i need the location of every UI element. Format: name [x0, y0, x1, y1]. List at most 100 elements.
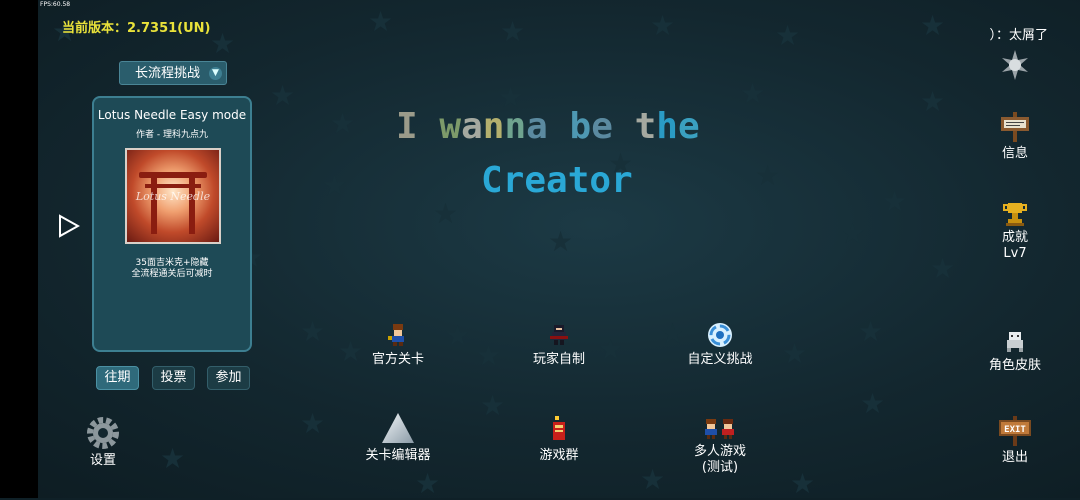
background-star: ★ — [882, 185, 908, 218]
level-description-line: 全流程通关后可减时 — [131, 269, 213, 279]
settings-button[interactable]: 设置 — [63, 416, 143, 469]
official-levels-label: 官方关卡 — [371, 352, 424, 367]
background-star: ★ — [930, 252, 956, 285]
game-group-label: 游戏群 — [539, 448, 579, 463]
title-glyph: e — [677, 106, 700, 147]
tab-vote[interactable]: 投票 — [152, 366, 195, 390]
multiplayer-sub-label: (测试) — [701, 460, 739, 475]
kid-character-icon — [388, 324, 404, 346]
level-description: 35面吉米克+隐藏 全流程通关后可减时 — [94, 258, 250, 280]
custom-challenge-button[interactable]: 自定义挑战 — [680, 322, 760, 368]
game-title-line2: Creator — [481, 160, 633, 201]
torii-gate-shape — [189, 172, 195, 234]
background-star: ★ — [433, 197, 459, 230]
background-star: ★ — [330, 107, 356, 140]
background-star: ★ — [782, 337, 808, 370]
level-card[interactable]: Lotus Needle Easy mode 作者 - 理科九点九 Lotus … — [92, 96, 252, 352]
mode-dropdown[interactable]: 长流程挑战 ▼ — [119, 61, 227, 85]
background-star: ★ — [740, 77, 766, 110]
torii-gate-shape — [151, 172, 157, 234]
spike-triangle-icon — [382, 413, 414, 443]
spiky-ball-button[interactable] — [975, 50, 1055, 80]
title-glyph: a — [526, 106, 548, 147]
settings-label: 设置 — [89, 453, 116, 468]
title-glyph — [548, 106, 570, 147]
background-star: ★ — [920, 9, 946, 42]
level-editor-label: 关卡编辑器 — [365, 448, 431, 463]
background-star: ★ — [300, 407, 326, 440]
level-description-line: 35面吉米克+隐藏 — [135, 258, 209, 268]
background-star: ★ — [858, 315, 884, 348]
background-star: ★ — [840, 217, 866, 250]
gear-icon — [87, 417, 119, 449]
background-star: ★ — [368, 5, 394, 38]
tab-past[interactable]: 往期 — [96, 366, 139, 390]
level-thumbnail[interactable]: Lotus Needle — [125, 148, 221, 244]
exit-label: 退出 — [1001, 450, 1028, 465]
background-star: ★ — [755, 159, 781, 192]
exit-sign-text: EXIT — [1004, 425, 1026, 435]
background-star: ★ — [480, 389, 506, 422]
title-glyph: w — [439, 106, 462, 147]
official-levels-button[interactable]: 官方关卡 — [358, 322, 438, 368]
player-made-button[interactable]: 玩家自制 — [519, 322, 599, 368]
background-star: ★ — [415, 467, 441, 500]
multiplayer-label: 多人游戏 — [693, 444, 746, 459]
background-star: ★ — [640, 463, 666, 496]
swirl-portal-icon — [708, 323, 732, 347]
mode-dropdown-label: 长流程挑战 — [135, 66, 201, 81]
multiplayer-button[interactable]: 多人游戏 (测试) — [680, 418, 760, 476]
spiky-ball-icon — [1002, 50, 1028, 80]
title-glyph: n — [482, 106, 505, 147]
chevron-down-icon: ▼ — [209, 67, 222, 80]
tab-join[interactable]: 参加 — [207, 366, 250, 390]
trophy-icon — [1003, 203, 1027, 226]
background-star: ★ — [500, 15, 526, 48]
fps-counter: FPS:60.58 — [40, 1, 71, 8]
background-star: ★ — [160, 442, 186, 475]
background-star: ★ — [300, 315, 326, 348]
player-level-label: Lv7 — [1003, 246, 1027, 261]
background-star: ★ — [598, 333, 624, 366]
title-glyph: e — [591, 106, 613, 147]
background-star: ★ — [445, 319, 471, 352]
top-right-message: ）：太屑了 — [989, 28, 1048, 43]
background-star: ★ — [548, 225, 574, 258]
thumbnail-text: Lotus Needle — [135, 190, 211, 203]
title-glyph — [613, 106, 635, 147]
level-title: Lotus Needle Easy mode — [97, 108, 247, 122]
custom-challenge-label: 自定义挑战 — [687, 352, 753, 367]
ninja-character-icon — [550, 325, 568, 345]
game-group-button[interactable]: 游戏群 — [519, 416, 599, 464]
title-glyph: t — [634, 106, 657, 147]
title-glyph — [418, 106, 440, 147]
play-arrow-icon[interactable] — [58, 214, 80, 238]
info-button[interactable]: 信息 — [975, 112, 1055, 162]
background-star: ★ — [476, 339, 502, 372]
background-star: ★ — [790, 467, 816, 500]
achievements-label: 成就 — [1001, 230, 1028, 245]
two-kids-icon — [705, 419, 734, 439]
signpost-icon — [1001, 112, 1029, 142]
exit-sign-icon: EXIT — [999, 416, 1031, 446]
background-star: ★ — [860, 387, 886, 420]
game-title-line1: I wanna be the — [396, 106, 700, 147]
background-star: ★ — [920, 85, 946, 118]
ghost-character-icon — [1007, 332, 1023, 352]
torii-gate-shape — [139, 172, 207, 178]
achievements-button[interactable]: 成就 Lv7 — [975, 202, 1055, 262]
title-glyph: n — [504, 106, 527, 147]
title-glyph: h — [656, 106, 678, 147]
background-star: ★ — [650, 9, 676, 42]
left-black-bar — [0, 0, 38, 498]
level-editor-button[interactable]: 关卡编辑器 — [358, 412, 438, 464]
background-star: ★ — [322, 169, 348, 202]
background-star: ★ — [775, 19, 801, 52]
info-label: 信息 — [1001, 146, 1028, 161]
character-skins-button[interactable]: 角色皮肤 — [975, 330, 1055, 374]
level-author: 作者 - 理科九点九 — [136, 130, 208, 140]
title-glyph: b — [569, 106, 592, 147]
exit-button[interactable]: EXIT 退出 — [975, 416, 1055, 466]
background-star: ★ — [270, 79, 296, 112]
version-label: 当前版本：2.7351(UN) — [62, 21, 211, 36]
